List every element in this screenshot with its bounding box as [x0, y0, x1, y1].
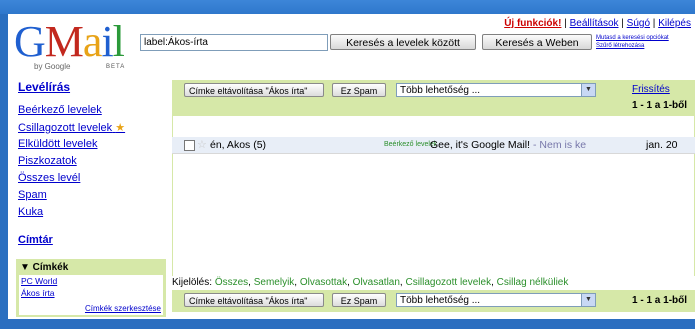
message-date: jan. 20: [646, 139, 678, 151]
message-count-bottom: 1 - 1 a 1-ből: [632, 295, 688, 306]
remove-label-button-bottom[interactable]: Címke eltávolítása "Ákos írta": [184, 293, 324, 307]
top-toolbar: Címke eltávolítása "Ákos írta" Ez Spam T…: [172, 80, 695, 116]
bottom-toolbar: Címke eltávolítása "Ákos írta" Ez Spam T…: [172, 290, 695, 312]
label-pc-world[interactable]: PC World: [21, 276, 57, 286]
remove-label-button[interactable]: Címke eltávolítása "Ákos írta": [184, 83, 324, 97]
select-row-bottom: Kijelölés: Összes, Semelyik, Olvasottak,…: [172, 277, 569, 288]
nav-sent[interactable]: Elküldött levelek: [18, 138, 98, 150]
compose-link[interactable]: Levélírás: [18, 80, 70, 94]
message-snippet: - Nem is ke: [530, 139, 587, 151]
search-options-links: Mutasd a keresési opciókat Szűrő létreho…: [596, 34, 669, 50]
select-unread-bottom[interactable]: Olvasatlan: [353, 277, 400, 288]
new-features-link[interactable]: Új funkciók!: [504, 18, 561, 29]
select-all-bottom[interactable]: Összes: [215, 277, 248, 288]
logout-link[interactable]: Kilépés: [658, 18, 691, 29]
refresh-link[interactable]: Frissítés: [632, 84, 670, 95]
message-sender: én, Akos (5): [210, 139, 267, 151]
more-actions-select[interactable]: Több lehetőség ... ▼: [396, 83, 596, 97]
select-prefix-bottom: Kijelölés:: [172, 277, 213, 288]
labels-box: ▼ Címkék PC World Ákos írta Címkék szerk…: [16, 259, 166, 317]
top-links: Új funkciók! | Beállítások | Súgó | Kilé…: [504, 18, 691, 29]
more-actions-value-bottom: Több lehetőség ...: [400, 295, 481, 306]
message-count: 1 - 1 a 1-ből: [632, 100, 688, 111]
dropdown-arrow-icon: ▼: [581, 84, 595, 96]
desktop-frame-top: [0, 0, 695, 14]
select-unstarred-bottom[interactable]: Csillag nélküliek: [497, 277, 569, 288]
gmail-logo[interactable]: GMail by Google BETA: [14, 18, 154, 78]
labels-list: PC World Ákos írta Címkék szerkesztése: [19, 275, 163, 315]
select-read-bottom[interactable]: Olvasottak: [300, 277, 347, 288]
logo-beta: BETA: [106, 64, 126, 70]
message-subject-text: Gee, it's Google Mail!: [430, 139, 531, 151]
logo-by-google: by Google: [34, 62, 71, 71]
message-subject: Gee, it's Google Mail! - Nem is ke: [430, 137, 586, 153]
nav-starred[interactable]: Csillagozott levelek ★: [18, 121, 125, 134]
nav-contacts[interactable]: Címtár: [18, 234, 53, 246]
star-icon: ★: [115, 122, 126, 134]
nav-trash[interactable]: Kuka: [18, 206, 43, 218]
label-akos-irta[interactable]: Ákos írta: [21, 288, 55, 298]
table-row[interactable]: ☆ én, Akos (5) Beérkező levelek Gee, it'…: [172, 137, 695, 154]
select-starred-bottom[interactable]: Csillagozott levelek: [405, 277, 491, 288]
nav-starred-label: Csillagozott levelek: [18, 122, 113, 134]
nav-all-mail[interactable]: Összes levél: [18, 172, 80, 184]
more-actions-value: Több lehetőség ...: [400, 85, 481, 96]
select-none-bottom[interactable]: Semelyik: [254, 277, 295, 288]
nav-inbox[interactable]: Beérkező levelek: [18, 104, 102, 116]
settings-link[interactable]: Beállítások: [570, 18, 619, 29]
show-search-options-link[interactable]: Mutasd a keresési opciókat: [596, 34, 669, 42]
gmail-page: GMail by Google BETA Új funkciók! | Beál…: [8, 14, 695, 319]
spam-button-bottom[interactable]: Ez Spam: [332, 293, 386, 307]
logo-wordmark: GMail: [14, 17, 125, 66]
desktop-frame-bottom: [0, 319, 695, 329]
create-filter-link[interactable]: Szűrő létrehozása: [596, 42, 669, 50]
nav-drafts[interactable]: Piszkozatok: [18, 155, 77, 167]
edit-labels-link[interactable]: Címkék szerkesztése: [85, 304, 161, 313]
star-icon[interactable]: ☆: [197, 137, 207, 153]
labels-toggle[interactable]: ▼ Címkék: [20, 262, 68, 273]
spam-button[interactable]: Ez Spam: [332, 83, 386, 97]
search-web-button[interactable]: Keresés a Weben: [482, 34, 592, 50]
nav-spam[interactable]: Spam: [18, 189, 47, 201]
search-input[interactable]: label:Ákos-írta: [140, 34, 328, 51]
message-checkbox[interactable]: [184, 140, 195, 151]
dropdown-arrow-icon: ▼: [581, 294, 595, 306]
help-link[interactable]: Súgó: [627, 18, 650, 29]
search-mail-button[interactable]: Keresés a levelek között: [330, 34, 476, 50]
more-actions-select-bottom[interactable]: Több lehetőség ... ▼: [396, 293, 596, 307]
